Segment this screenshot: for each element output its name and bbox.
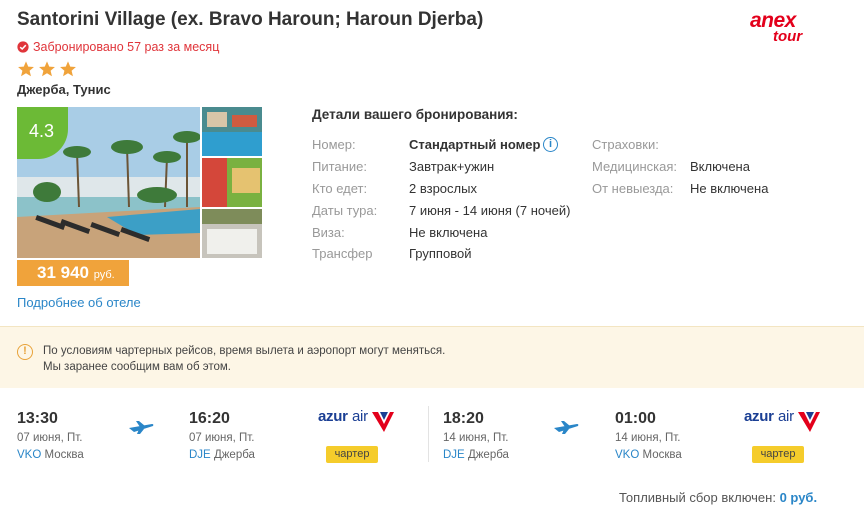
airport-code: DJE (189, 449, 211, 461)
logo-line2: tour (773, 28, 803, 45)
booking-details-title: Детали вашего бронирования: (312, 107, 518, 122)
flight1-dep-airport: VKO Москва (17, 449, 84, 461)
hotel-location: Джерба, Тунис (17, 82, 111, 97)
detail-value-room: Стандартный номер (409, 137, 541, 152)
detail-value-visa: Не включена (409, 225, 488, 240)
flight1-arr-time: 16:20 (189, 410, 230, 427)
detail-value-dates: 7 июня - 14 июня (7 ночей) (409, 203, 571, 218)
insurance-cancel-label: От невыезда: (592, 181, 674, 196)
detail-value-guests: 2 взрослых (409, 181, 477, 196)
flight-divider (428, 406, 429, 462)
price-tag: 31 940 руб. (17, 260, 129, 286)
flight1-dep-time: 13:30 (17, 410, 58, 427)
booked-text: Забронировано 57 раз за месяц (33, 40, 220, 54)
airport-city: Москва (44, 449, 84, 461)
plane-icon (554, 421, 579, 434)
airline-name-a: azur (318, 408, 348, 425)
price-value: 31 940 (37, 263, 89, 282)
airport-code: DJE (443, 449, 465, 461)
detail-label-transfer: Трансфер (312, 246, 373, 261)
hotel-photo-thumb-3[interactable] (202, 209, 262, 258)
hotel-details-link[interactable]: Подробнее об отеле (17, 295, 141, 310)
fuel-label: Топливный сбор включен: (619, 490, 776, 505)
flight1-arr-date: 07 июня, Пт. (189, 432, 255, 444)
charter-badge: чартер (752, 446, 804, 463)
airline-name-a: azur (744, 408, 774, 425)
airport-city: Джерба (467, 449, 509, 461)
azur-air-logo: azur air (318, 408, 398, 436)
insurance-medical-label: Медицинская: (592, 159, 678, 174)
star-rating (17, 60, 77, 78)
star-icon (60, 61, 76, 77)
notice-line1: По условиям чартерных рейсов, время выле… (43, 345, 446, 357)
detail-value-transfer: Групповой (409, 246, 472, 261)
airport-city: Москва (642, 449, 682, 461)
charter-badge: чартер (326, 446, 378, 463)
insurance-label: Страховки: (592, 137, 659, 152)
flight2-dep-date: 14 июня, Пт. (443, 432, 509, 444)
star-icon (39, 61, 55, 77)
charter-notice: ! По условиям чартерных рейсов, время вы… (0, 326, 864, 388)
anex-tour-logo: anex tour (748, 9, 818, 45)
airport-code: VKO (615, 449, 640, 461)
detail-label-room: Номер: (312, 137, 356, 152)
hotel-photo-thumb-2[interactable] (202, 158, 262, 207)
flight2-arr-airport: VKO Москва (615, 449, 682, 461)
hotel-title: Santorini Village (ex. Bravo Haroun; Har… (17, 9, 484, 30)
airline-wing-icon (372, 412, 394, 432)
insurance-cancel-value: Не включена (690, 181, 769, 196)
fuel-surcharge: Топливный сбор включен: 0 руб. (619, 490, 817, 505)
airline-name-b: air (778, 408, 794, 425)
hotel-photo-thumb-1[interactable] (202, 107, 262, 156)
star-icon (18, 61, 34, 77)
flight2-dep-airport: DJE Джерба (443, 449, 509, 461)
flight1-arr-airport: DJE Джерба (189, 449, 255, 461)
insurance-medical-value: Включена (690, 159, 750, 174)
airline-wing-icon (798, 412, 820, 432)
detail-label-visa: Виза: (312, 225, 345, 240)
azur-air-logo: azur air (744, 408, 824, 436)
airline-name-b: air (352, 408, 368, 425)
flight2-arr-date: 14 июня, Пт. (615, 432, 681, 444)
flight2-arr-time: 01:00 (615, 410, 656, 427)
detail-label-meals: Питание: (312, 159, 367, 174)
fuel-value: 0 руб. (779, 490, 818, 505)
flight1-dep-date: 07 июня, Пт. (17, 432, 83, 444)
notice-line2: Мы заранее сообщим вам об этом. (43, 361, 231, 373)
detail-label-guests: Кто едет: (312, 181, 368, 196)
info-icon[interactable]: i (543, 137, 558, 152)
check-badge-icon (17, 41, 29, 53)
plane-icon (129, 421, 154, 434)
airport-city: Джерба (213, 449, 255, 461)
detail-label-dates: Даты тура: (312, 203, 378, 218)
price-currency: руб. (93, 269, 115, 281)
detail-value-meals: Завтрак+ужин (409, 159, 495, 174)
airport-code: VKO (17, 449, 42, 461)
booked-count: Забронировано 57 раз за месяц (17, 40, 219, 54)
warning-icon: ! (17, 344, 33, 360)
flight2-dep-time: 18:20 (443, 410, 484, 427)
